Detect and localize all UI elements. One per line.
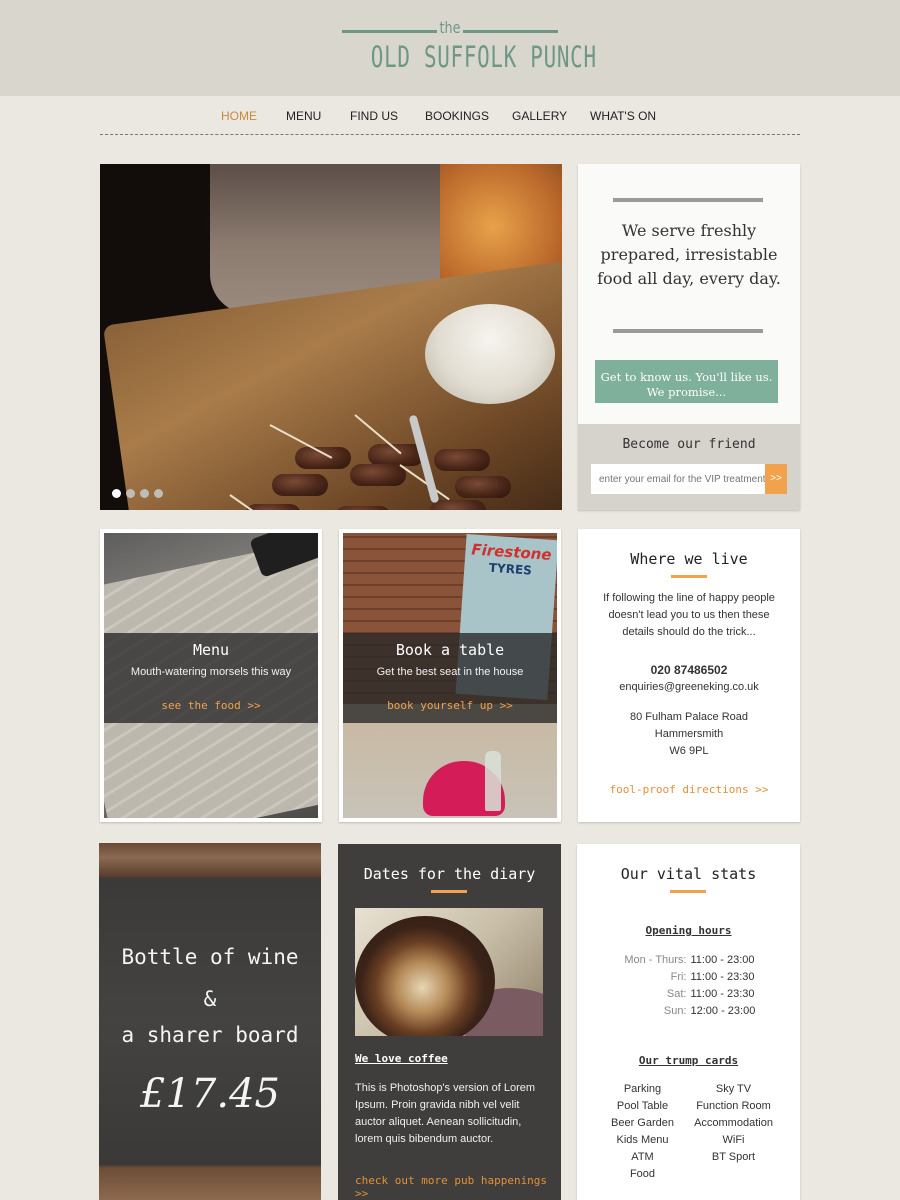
- trump-cards-title: Our trump cards: [638, 1054, 739, 1067]
- amenity-item: Food: [629, 1168, 656, 1180]
- kofta: [245, 504, 301, 510]
- book-yourself-up-link[interactable]: book yourself up >>: [343, 699, 557, 712]
- amenity-item: ATM: [631, 1151, 654, 1163]
- intro-panel: We serve freshly prepared, irresistable …: [578, 164, 800, 510]
- kofta: [430, 500, 486, 510]
- offer-line-1: Bottle of wine: [121, 945, 299, 969]
- book-tile-subtitle: Get the best seat in the house: [376, 666, 524, 678]
- newsletter-box: Become our friend >>: [578, 424, 800, 510]
- nav-gallery[interactable]: GALLERY: [512, 109, 567, 123]
- hours-day: Mon - Thurs:: [624, 954, 687, 966]
- newsletter-email-input[interactable]: [591, 464, 765, 494]
- menu-tile[interactable]: Menu Mouth-watering morsels this way see…: [100, 529, 322, 822]
- nav-bookings[interactable]: BOOKINGS: [425, 109, 489, 123]
- address-line-2: Hammersmith: [654, 728, 724, 740]
- newsletter-submit-button[interactable]: >>: [765, 464, 787, 494]
- amenity-item: BT Sport: [711, 1151, 756, 1163]
- directions-link[interactable]: fool-proof directions >>: [578, 783, 800, 796]
- stats-title-rule: [670, 890, 706, 893]
- menu-tile-title: Menu: [192, 641, 230, 659]
- hours-day: Fri:: [670, 971, 687, 983]
- intro-rule-bottom: [613, 329, 763, 333]
- slider-dots: [112, 489, 163, 498]
- amenity-item: Sky TV: [715, 1083, 752, 1095]
- kofta: [434, 449, 490, 471]
- trump-cards-list: Parking Sky TV Pool Table Function Room …: [597, 1081, 779, 1183]
- nav-find-us[interactable]: FIND US: [350, 109, 398, 123]
- pub-happenings-link[interactable]: check out more pub happenings >>: [355, 1174, 561, 1200]
- hours-row: Sat: 11:00 - 23:30: [577, 986, 800, 1003]
- intro-rule-top: [613, 198, 763, 202]
- logo-the: the: [439, 18, 461, 37]
- amenity-item: Parking: [623, 1083, 662, 1095]
- main-nav: HOME MENU FIND US BOOKINGS GALLERY WHAT'…: [100, 96, 800, 135]
- offer-chalkboard[interactable]: Bottle of wine & a sharer board £17.45: [99, 843, 321, 1200]
- hero-slider[interactable]: [100, 164, 562, 510]
- hours-time: 11:00 - 23:30: [690, 988, 755, 1000]
- offer-ampersand: &: [203, 987, 217, 1011]
- see-the-food-link[interactable]: see the food >>: [104, 699, 318, 712]
- dates-title-rule: [431, 890, 467, 893]
- logo-name: OLD SUFFOLK PUNCH: [370, 40, 597, 74]
- hero-bowl: [425, 304, 555, 404]
- hours-day: Sat:: [666, 988, 687, 1000]
- coffee-photo: [355, 908, 543, 1036]
- stats-title: Our vital stats: [620, 865, 757, 883]
- book-overlay: Book a table Get the best seat in the ho…: [343, 633, 557, 723]
- menu-overlay: Menu Mouth-watering morsels this way see…: [104, 633, 318, 723]
- kofta: [335, 506, 391, 510]
- header-band: the OLD SUFFOLK PUNCH: [0, 0, 900, 96]
- vital-stats-panel: Our vital stats Opening hours Mon - Thur…: [577, 844, 800, 1200]
- kofta: [455, 476, 511, 498]
- amenity-item: Pool Table: [616, 1100, 669, 1112]
- hours-time: 11:00 - 23:30: [690, 971, 755, 983]
- offer-line-3: a sharer board: [121, 1023, 299, 1047]
- book-tile[interactable]: Firestone TYRES Book a table Get the bes…: [339, 529, 561, 822]
- opening-hours-list: Mon - Thurs: 11:00 - 23:00 Fri: 11:00 - 23…: [577, 952, 800, 1020]
- dates-subtitle: We love coffee: [355, 1052, 448, 1065]
- newsletter-title: Become our friend: [622, 437, 756, 452]
- hours-time: 12:00 - 23:00: [690, 1005, 756, 1017]
- where-intro: If following the line of happy people do…: [603, 592, 775, 638]
- nav-whats-on[interactable]: WHAT'S ON: [590, 109, 656, 123]
- amenity-item: Accommodation: [694, 1117, 773, 1129]
- book-tile-title: Book a table: [395, 641, 505, 659]
- slider-dot[interactable]: [140, 489, 149, 498]
- intro-tagline: We serve freshly prepared, irresistable …: [597, 221, 781, 288]
- dates-body: This is Photoshop's version of Lorem Ips…: [355, 1082, 536, 1145]
- menu-tile-subtitle: Mouth-watering morsels this way: [130, 666, 292, 678]
- slider-dot[interactable]: [126, 489, 135, 498]
- contact-email[interactable]: enquiries@greeneking.co.uk: [592, 679, 786, 696]
- hours-row: Sun: 12:00 - 23:00: [577, 1003, 800, 1020]
- amenity-item: Beer Garden: [611, 1117, 674, 1129]
- amenity-item: Function Room: [696, 1100, 771, 1112]
- opening-hours-title: Opening hours: [645, 924, 732, 937]
- amenity-item: Kids Menu: [616, 1134, 669, 1146]
- offer-price: £17.45: [140, 1071, 280, 1117]
- kofta: [350, 464, 406, 486]
- slider-dot[interactable]: [112, 489, 121, 498]
- dates-panel: Dates for the diary We love coffee This …: [338, 844, 561, 1200]
- slider-dot[interactable]: [154, 489, 163, 498]
- amenity-item: WiFi: [722, 1134, 745, 1146]
- where-title-rule: [671, 575, 707, 578]
- where-we-live-panel: Where we live If following the line of h…: [578, 529, 800, 822]
- hours-day: Sun:: [663, 1005, 687, 1017]
- kofta: [295, 447, 351, 469]
- nav-menu[interactable]: MENU: [286, 109, 321, 123]
- hours-row: Fri: 11:00 - 23:30: [577, 969, 800, 986]
- hours-row: Mon - Thurs: 11:00 - 23:00: [577, 952, 800, 969]
- coffee-cup: [355, 916, 495, 1036]
- address-postcode: W6 9PL: [669, 745, 709, 757]
- get-to-know-us-button[interactable]: Get to know us. You'll like us. We promi…: [595, 360, 778, 403]
- address-line-1: 80 Fulham Palace Road: [629, 711, 748, 723]
- where-title: Where we live: [630, 550, 748, 568]
- nav-home[interactable]: HOME: [221, 109, 257, 123]
- phone-number[interactable]: 020 87486502: [592, 662, 786, 679]
- bottle: [485, 751, 501, 811]
- dates-title: Dates for the diary: [363, 865, 536, 883]
- site-logo[interactable]: the OLD SUFFOLK PUNCH: [340, 18, 597, 78]
- kofta: [272, 474, 328, 496]
- hours-time: 11:00 - 23:00: [690, 954, 755, 966]
